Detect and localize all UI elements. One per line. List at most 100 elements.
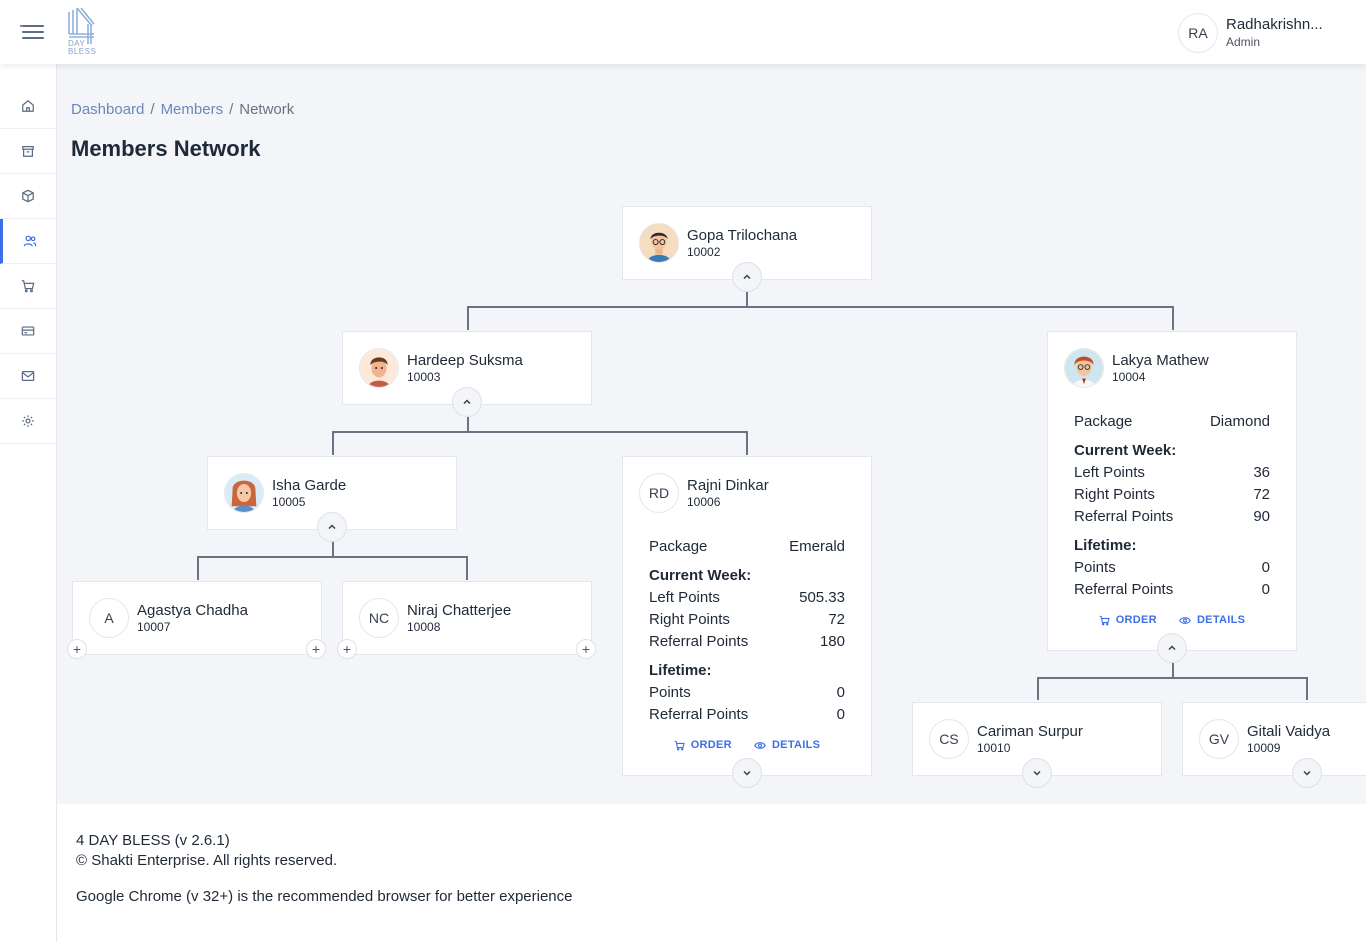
sidebar [0,64,57,942]
member-card-agastya[interactable]: A Agastya Chadha 10007 [72,581,322,655]
sidebar-item-orders[interactable] [0,264,56,309]
member-avatar: CS [929,719,969,759]
member-avatar [224,473,264,513]
main-content: Dashboard / Members / Network Members Networ… [57,64,1366,804]
details-label: DETAILS [1196,614,1246,626]
collapse-toggle-hardeep[interactable] [452,387,482,417]
member-id: 10007 [137,620,171,634]
right-points-value: 72 [828,611,845,628]
order-button[interactable]: ORDER [1099,614,1157,626]
member-card-gitali[interactable]: GV Gitali Vaidya 10009 [1182,702,1366,776]
user-name: Radhakrishn... [1226,16,1323,33]
member-name: Lakya Mathew [1112,352,1209,369]
chevron-up-icon [743,274,751,280]
package-value: Diamond [1209,413,1270,430]
add-right-member-button[interactable]: + [576,639,596,659]
member-name: Gitali Vaidya [1247,723,1331,740]
package-label: Package [649,538,708,555]
member-id: 10009 [1247,741,1281,755]
member-id: 10010 [977,741,1011,755]
details-label: DETAILS [771,739,821,751]
current-week-heading: Current Week: [1074,442,1177,459]
member-avatar: NC [359,598,399,638]
order-label: ORDER [690,739,732,751]
sidebar-item-products[interactable] [0,174,56,219]
man-avatar-icon [360,349,398,387]
eye-icon [1179,616,1191,624]
add-right-member-button[interactable]: + [306,639,326,659]
current-week-heading: Current Week: [649,567,752,584]
footer-copyright: © Shakti Enterprise. All rights reserved… [76,852,338,869]
member-avatar [359,348,399,388]
expand-toggle-gitali[interactable] [1292,758,1322,788]
plus-icon: + [72,641,82,657]
home-icon [22,99,34,112]
member-avatar: RD [639,473,679,513]
sidebar-item-home[interactable] [0,84,56,129]
footer-version: 4 DAY BLESS (v 2.6.1) [76,832,230,849]
member-name: Gopa Trilochana [687,227,798,244]
lifetime-referral-value: 0 [1261,581,1270,598]
member-avatar [1064,348,1104,388]
member-id: 10006 [687,495,721,509]
credit-card-icon [21,326,35,336]
settings-icon [22,415,34,427]
referral-points-value: 90 [1253,508,1270,525]
eye-icon [754,741,766,749]
menu-toggle-button[interactable] [20,22,46,42]
mail-icon [21,371,35,381]
footer-browser-note: Google Chrome (v 32+) is the recommended… [76,888,573,905]
man-glasses-avatar-icon [640,224,678,262]
lifetime-referral-label: Referral Points [1074,581,1174,598]
sidebar-item-members[interactable] [0,219,56,264]
member-card-niraj[interactable]: NC Niraj Chatterjee 10008 [342,581,592,655]
member-actions: ORDER DETAILS [623,739,871,751]
sidebar-item-payments[interactable] [0,309,56,354]
member-details: Package Emerald Current Week: Left Points… [649,536,845,726]
right-points-label: Right Points [1074,486,1155,503]
lifetime-heading: Lifetime: [649,662,712,679]
user-menu[interactable]: RA Radhakrishn... Admin [1178,13,1358,53]
member-id: 10002 [687,245,721,259]
expand-toggle-cariman[interactable] [1022,758,1052,788]
sidebar-item-archive[interactable] [0,129,56,174]
member-avatar: GV [1199,719,1239,759]
sidebar-item-messages[interactable] [0,354,56,399]
member-avatar [639,223,679,263]
cart-icon [674,740,685,751]
referral-points-label: Referral Points [1074,508,1174,525]
collapse-toggle-gopa[interactable] [732,262,762,292]
sidebar-item-settings[interactable] [0,399,56,444]
cart-icon [21,280,35,293]
plus-icon: + [311,641,321,657]
avatar: RA [1178,13,1218,53]
collapse-toggle-isha[interactable] [317,512,347,542]
member-avatar: A [89,598,129,638]
right-points-value: 72 [1253,486,1270,503]
order-button[interactable]: ORDER [674,739,732,751]
member-card-lakya[interactable]: Lakya Mathew 10004 Package Diamond Curren… [1047,331,1297,651]
member-name: Agastya Chadha [137,602,248,619]
users-icon [23,235,36,247]
expand-toggle-rajni[interactable] [732,758,762,788]
details-button[interactable]: DETAILS [1179,614,1245,626]
details-button[interactable]: DETAILS [754,739,820,751]
woman-avatar-icon [225,474,263,512]
member-card-rajni[interactable]: RD Rajni Dinkar 10006 Package Emerald Cur… [622,456,872,776]
member-id: 10003 [407,370,441,384]
member-name: Hardeep Suksma [407,352,523,369]
lifetime-referral-label: Referral Points [649,706,749,723]
package-label: Package [1074,413,1133,430]
man-red-hair-avatar-icon [1065,349,1103,387]
member-actions: ORDER DETAILS [1048,614,1296,626]
referral-points-value: 180 [819,633,845,650]
referral-points-label: Referral Points [649,633,749,650]
add-left-member-button[interactable]: + [67,639,87,659]
member-id: 10008 [407,620,441,634]
member-name: Rajni Dinkar [687,477,769,494]
collapse-toggle-lakya[interactable] [1157,633,1187,663]
chevron-down-icon [1303,770,1311,776]
top-header: DAY BLESS RA Radhakrishn... Admin [0,0,1366,64]
plus-icon: + [342,641,352,657]
add-left-member-button[interactable]: + [337,639,357,659]
